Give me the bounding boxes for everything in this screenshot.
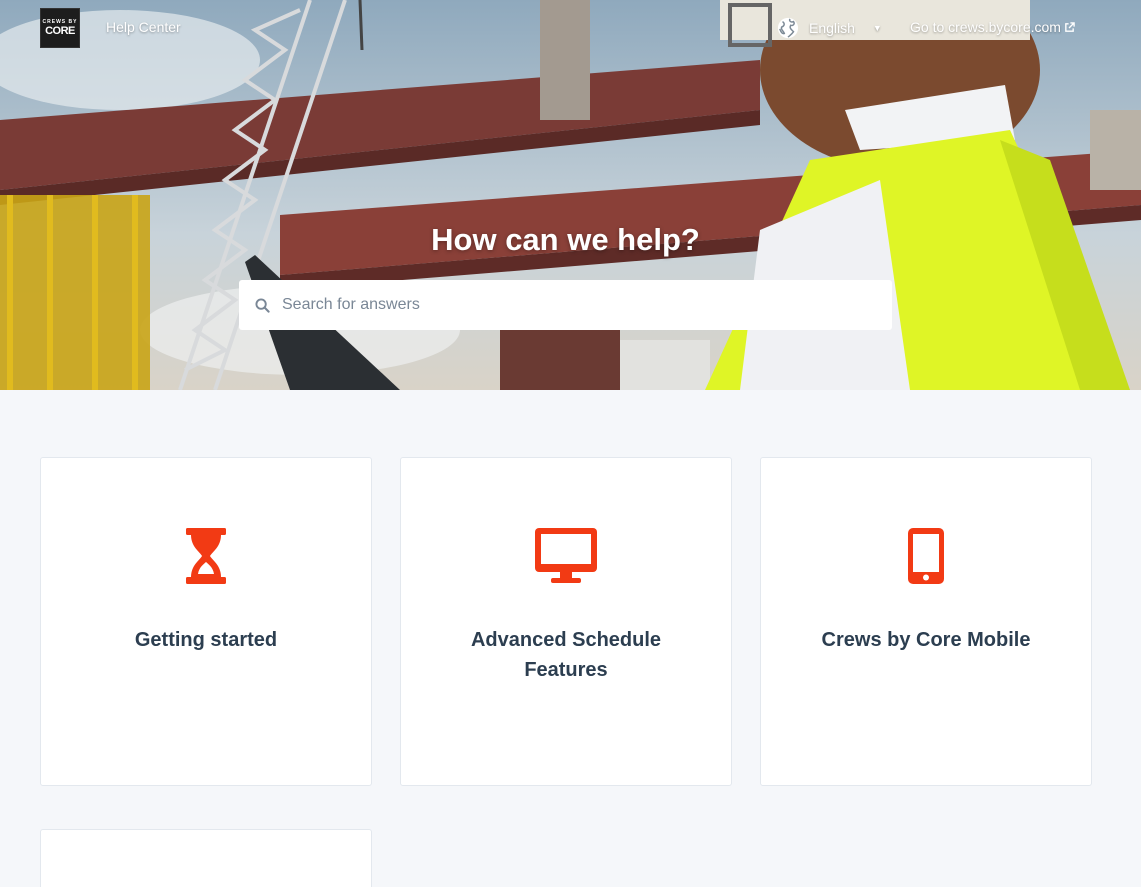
search-icon (255, 297, 270, 313)
search-input[interactable] (282, 296, 862, 314)
category-card-partial[interactable] (40, 829, 372, 887)
mobile-phone-icon (908, 528, 944, 584)
category-title: Advanced Schedule Features (470, 629, 662, 681)
external-site-label: Go to crews.bycore.com (910, 19, 1061, 35)
help-center-link[interactable]: Help Center (106, 19, 181, 35)
external-link-icon (1065, 21, 1075, 32)
external-site-link[interactable]: Go to crews.bycore.com (910, 19, 1075, 35)
search-bar[interactable] (239, 280, 892, 330)
category-title: Crews by Core Mobile (821, 629, 1031, 651)
language-selector[interactable]: English ▼ (777, 16, 882, 40)
category-card-getting-started[interactable]: Getting started (40, 457, 372, 786)
hero-banner: CREWS BY CORE Help Center English ▼ Go t… (0, 0, 1141, 390)
category-title: Getting started (134, 629, 278, 651)
language-label: English (809, 20, 855, 36)
caret-down-icon: ▼ (872, 23, 882, 33)
hourglass-icon (186, 528, 226, 584)
crews-by-core-logo[interactable]: CREWS BY CORE (40, 8, 80, 48)
hero-title: How can we help? (431, 222, 700, 257)
construction-site-photo (0, 0, 1141, 390)
logo-main-text: CORE (45, 25, 75, 37)
category-card-crews-by-core-mobile[interactable]: Crews by Core Mobile (760, 457, 1092, 786)
top-navigation: CREWS BY CORE Help Center English ▼ Go t… (0, 0, 1141, 56)
globe-icon (777, 17, 799, 39)
category-card-advanced-schedule-features[interactable]: Advanced Schedule Features (400, 457, 732, 786)
desktop-monitor-icon (535, 528, 597, 583)
